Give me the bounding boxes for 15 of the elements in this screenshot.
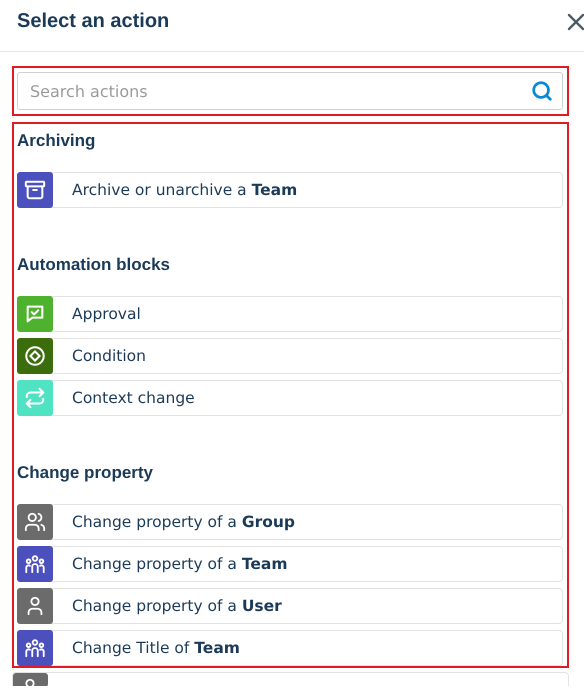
section-heading: Automation blocks [17,254,172,276]
action-item[interactable]: Change property of a Team [17,546,563,582]
action-item[interactable]: Context change [17,380,563,416]
action-item[interactable]: Change property of a Group [17,504,563,540]
action-item[interactable]: Approval [17,296,563,332]
action-item[interactable]: Change Title of Team [17,630,563,666]
action-item[interactable]: Archive or unarchive a Team [17,172,563,208]
section-heading: Archiving [17,130,96,152]
action-item[interactable]: Change property of a User [17,588,563,624]
dialog-title: Select an action [17,10,170,33]
action-item[interactable] [12,672,569,686]
search-field[interactable]: Search actions [17,72,563,110]
search-icon [531,80,553,102]
section-heading: Change property [17,462,154,484]
action-item[interactable]: Condition [17,338,563,374]
